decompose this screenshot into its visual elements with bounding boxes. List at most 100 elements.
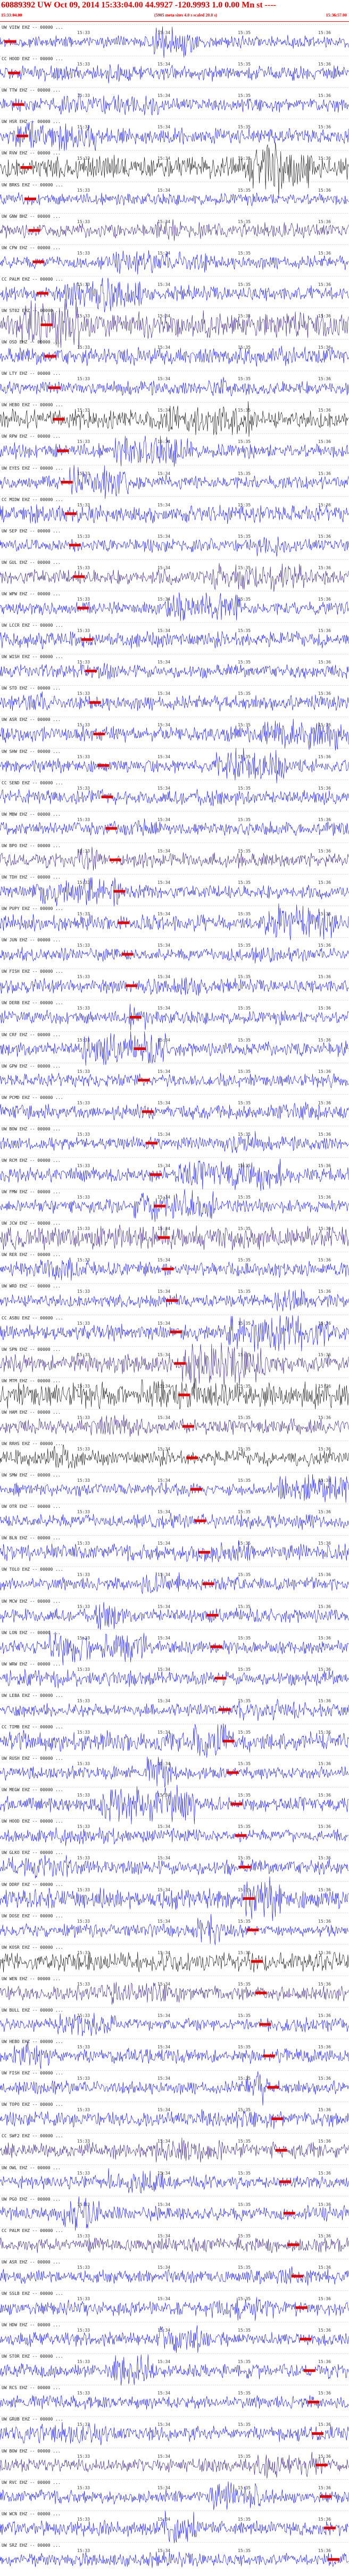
time-tick-label: 15:34 xyxy=(157,2013,171,2018)
station-label: UW HDW EHZ -- 00000 ... xyxy=(2,2323,61,2328)
pick-marker xyxy=(312,2432,323,2435)
time-tick-label: 15:33 xyxy=(77,597,90,602)
time-tick-label: 15:35 xyxy=(238,1856,251,1861)
time-tick-label: 15:35 xyxy=(238,282,251,287)
waveform-trace xyxy=(0,1102,349,1120)
time-tick-label: 15:36 xyxy=(318,817,331,822)
time-tick-label: 15:33 xyxy=(77,2013,90,2018)
time-tick-label: 15:35 xyxy=(238,1131,251,1137)
pick-marker xyxy=(20,166,32,169)
time-tick-label: 15:35 xyxy=(238,2076,251,2081)
time-tick-label: 15:33 xyxy=(77,2045,90,2050)
time-tick-label: 15:33 xyxy=(77,439,90,445)
pick-marker xyxy=(12,103,24,106)
time-tick-label: 15:34 xyxy=(157,1226,171,1232)
station-label: UW SMW EHZ -- 00000 ... xyxy=(2,1473,61,1478)
pick-marker xyxy=(267,2086,279,2089)
seismogram-page: 60889392 UW Oct 09, 2014 15:33:04.00 44.… xyxy=(0,0,349,2576)
time-tick-label: 15:36 xyxy=(318,597,331,602)
time-tick-label: 15:36 xyxy=(318,1887,331,1892)
time-tick-label: 15:34 xyxy=(157,1856,171,1861)
pick-marker xyxy=(69,544,81,547)
time-tick-label: 15:33 xyxy=(77,1761,90,1767)
time-tick-label: 15:36 xyxy=(318,1981,331,1987)
time-tick-label: 15:36 xyxy=(318,62,331,67)
time-tick-label: 15:34 xyxy=(157,1793,171,1798)
waveform-trace xyxy=(0,1512,349,1530)
station-label: UW RCM EHZ -- 00000 ... xyxy=(2,1158,61,1163)
station-label: UW BRKS EHZ -- 00000 ... xyxy=(2,182,63,187)
pick-marker xyxy=(287,2243,300,2246)
pick-marker xyxy=(323,2526,336,2530)
time-tick-label: 15:36 xyxy=(318,1131,331,1137)
pick-marker xyxy=(283,2212,295,2215)
station-label: UW LEBA EHZ -- 00000 ... xyxy=(2,1693,63,1698)
time-tick-label: 15:34 xyxy=(157,2454,171,2459)
station-label: UW FISH EHZ -- 00000 ... xyxy=(2,969,63,974)
time-tick-label: 15:36 xyxy=(318,156,331,161)
pick-marker xyxy=(48,386,61,389)
waveform-trace xyxy=(0,2325,349,2353)
pick-marker xyxy=(235,1834,247,1837)
time-tick-label: 15:36 xyxy=(318,1069,331,1074)
time-tick-label: 15:34 xyxy=(157,30,171,35)
time-tick-label: 15:34 xyxy=(157,156,171,161)
time-tick-label: 15:36 xyxy=(318,1635,331,1640)
waveform-trace xyxy=(0,1159,349,1191)
time-tick-label: 15:34 xyxy=(157,1478,171,1483)
time-tick-label: 15:35 xyxy=(238,1163,251,1168)
time-tick-label: 15:33 xyxy=(77,1415,90,1420)
station-label: UW WEN EHZ -- 00000 ... xyxy=(2,1976,61,1981)
time-tick-label: 15:36 xyxy=(318,345,331,350)
waveform-trace xyxy=(0,26,349,58)
station-label: UW BULL EHZ -- 00000 ... xyxy=(2,2008,63,2013)
waveform-trace xyxy=(0,2452,349,2479)
pick-marker xyxy=(295,2306,308,2309)
pick-marker xyxy=(243,1897,255,1900)
waveform-trace xyxy=(0,663,349,679)
time-tick-label: 15:35 xyxy=(238,2013,251,2018)
pick-marker xyxy=(315,2464,328,2467)
time-tick-label: 15:34 xyxy=(157,439,171,445)
time-tick-label: 15:35 xyxy=(238,502,251,507)
time-tick-label: 15:33 xyxy=(77,1289,90,1294)
pick-marker xyxy=(166,1299,178,1302)
pick-marker xyxy=(89,701,101,704)
time-tick-label: 15:36 xyxy=(318,628,331,634)
time-tick-label: 15:35 xyxy=(238,565,251,570)
time-tick-label: 15:36 xyxy=(318,2485,331,2490)
station-label: UW MTM EHZ -- 00000 ... xyxy=(2,1378,61,1383)
time-tick-label: 15:36 xyxy=(318,1761,331,1767)
pick-marker xyxy=(129,1016,142,1019)
time-tick-label: 15:33 xyxy=(77,1195,90,1200)
time-tick-label: 15:36 xyxy=(318,2548,331,2553)
pick-marker xyxy=(247,1929,259,1932)
station-label: UW STD EHZ -- 00000 ... xyxy=(2,686,61,691)
pick-marker xyxy=(109,858,121,862)
station-label: CC ASBU EHZ -- 00000 ... xyxy=(2,1315,63,1320)
waveform-trace xyxy=(0,120,349,151)
time-tick-label: 15:35 xyxy=(238,691,251,696)
time-tick-label: 15:35 xyxy=(238,754,251,759)
time-tick-label: 15:33 xyxy=(77,471,90,476)
pick-marker xyxy=(186,1456,198,1459)
waveform-trace xyxy=(0,691,349,712)
time-tick-label: 15:36 xyxy=(318,1950,331,1955)
time-tick-label: 15:36 xyxy=(318,408,331,413)
station-label: UW MEGW EHZ -- 00000 ... xyxy=(2,1787,63,1793)
time-tick-label: 15:33 xyxy=(77,2296,90,2301)
time-tick-label: 15:35 xyxy=(238,2265,251,2270)
time-tick-label: 15:33 xyxy=(77,187,90,193)
waveform-trace xyxy=(0,1540,349,1563)
time-tick-label: 15:35 xyxy=(238,1415,251,1420)
station-label: UW BOW EHZ -- 00000 ... xyxy=(2,1126,61,1131)
time-tick-label: 15:36 xyxy=(318,1541,331,1546)
station-label: UW LON EHZ -- 00000 ... xyxy=(2,1630,61,1635)
time-tick-label: 15:34 xyxy=(157,1698,171,1703)
time-tick-label: 15:34 xyxy=(157,1352,171,1357)
time-tick-label: 15:34 xyxy=(157,1069,171,1074)
time-tick-label: 15:34 xyxy=(157,93,171,99)
waveform-trace xyxy=(0,1072,349,1088)
time-tick-label: 15:36 xyxy=(318,1698,331,1703)
time-tick-label: 15:33 xyxy=(77,408,90,413)
